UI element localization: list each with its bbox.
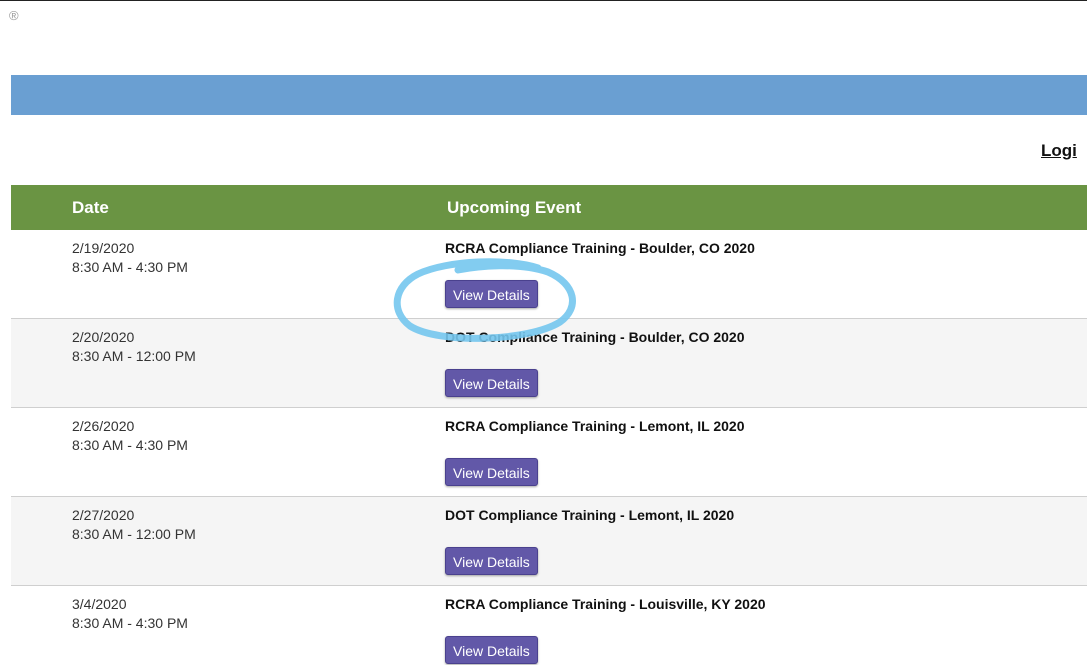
- event-cell: RCRA Compliance Training - Lemont, IL 20…: [445, 417, 745, 486]
- event-column-header: Upcoming Event: [447, 198, 582, 217]
- event-title: RCRA Compliance Training - Lemont, IL 20…: [445, 418, 745, 434]
- table-row: 2/20/2020 8:30 AM - 12:00 PM DOT Complia…: [11, 319, 1087, 408]
- table-header: Date Upcoming Event: [11, 185, 1087, 230]
- event-cell: RCRA Compliance Training - Boulder, CO 2…: [445, 239, 755, 308]
- view-details-button[interactable]: View Details: [445, 636, 538, 664]
- event-time: 8:30 AM - 4:30 PM: [72, 437, 188, 453]
- top-border: [0, 0, 1087, 1]
- event-cell: RCRA Compliance Training - Louisville, K…: [445, 595, 766, 664]
- registered-mark: ®: [9, 8, 19, 23]
- event-date: 3/4/2020: [72, 596, 127, 612]
- event-cell: DOT Compliance Training - Lemont, IL 202…: [445, 506, 734, 575]
- event-title: DOT Compliance Training - Boulder, CO 20…: [445, 329, 745, 345]
- event-date: 2/26/2020: [72, 418, 135, 434]
- table-row: 2/27/2020 8:30 AM - 12:00 PM DOT Complia…: [11, 497, 1087, 586]
- table-row: 2/26/2020 8:30 AM - 4:30 PM RCRA Complia…: [11, 408, 1087, 497]
- event-time: 8:30 AM - 4:30 PM: [72, 259, 188, 275]
- event-date: 2/27/2020: [72, 507, 135, 523]
- event-cell: DOT Compliance Training - Boulder, CO 20…: [445, 328, 745, 397]
- view-details-button[interactable]: View Details: [445, 280, 538, 308]
- table-row: 2/19/2020 8:30 AM - 4:30 PM RCRA Complia…: [11, 230, 1087, 319]
- event-time: 8:30 AM - 4:30 PM: [72, 615, 188, 631]
- event-date-cell: 2/20/2020 8:30 AM - 12:00 PM: [72, 328, 196, 366]
- event-date-cell: 2/19/2020 8:30 AM - 4:30 PM: [72, 239, 188, 277]
- event-date: 2/20/2020: [72, 329, 135, 345]
- event-time: 8:30 AM - 12:00 PM: [72, 348, 196, 364]
- event-title: RCRA Compliance Training - Boulder, CO 2…: [445, 240, 755, 256]
- event-time: 8:30 AM - 12:00 PM: [72, 526, 196, 542]
- event-date-cell: 2/27/2020 8:30 AM - 12:00 PM: [72, 506, 196, 544]
- view-details-button[interactable]: View Details: [445, 458, 538, 486]
- events-table: Date Upcoming Event 2/19/2020 8:30 AM - …: [11, 185, 1087, 665]
- date-column-header: Date: [72, 198, 109, 217]
- page: ® Logi Date Upcoming Event 2/19/2020 8:3…: [0, 0, 1087, 665]
- event-date: 2/19/2020: [72, 240, 135, 256]
- login-link[interactable]: Logi: [1041, 141, 1077, 161]
- view-details-button[interactable]: View Details: [445, 547, 538, 575]
- navigation-banner: [11, 75, 1087, 115]
- event-title: DOT Compliance Training - Lemont, IL 202…: [445, 507, 735, 523]
- table-row: 3/4/2020 8:30 AM - 4:30 PM RCRA Complian…: [11, 586, 1087, 665]
- event-date-cell: 3/4/2020 8:30 AM - 4:30 PM: [72, 595, 188, 633]
- view-details-button[interactable]: View Details: [445, 369, 538, 397]
- event-date-cell: 2/26/2020 8:30 AM - 4:30 PM: [72, 417, 188, 455]
- event-title: RCRA Compliance Training - Louisville, K…: [445, 596, 766, 612]
